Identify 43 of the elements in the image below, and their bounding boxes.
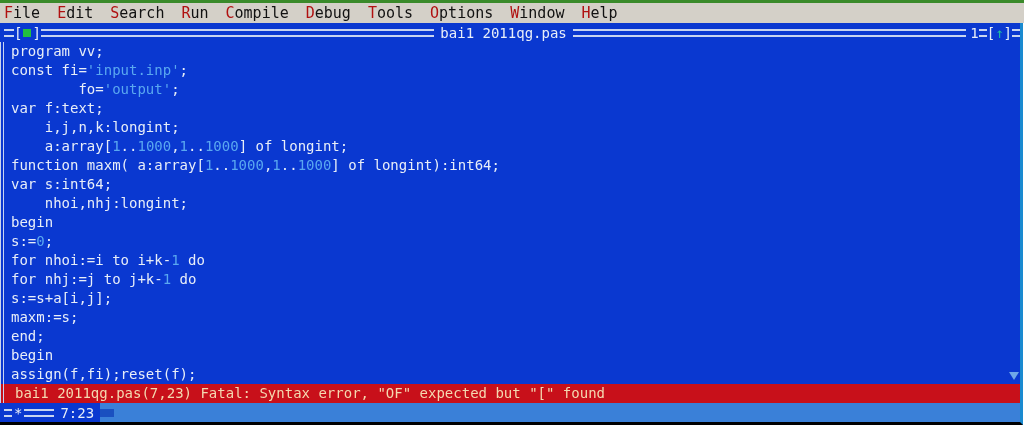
frame-line <box>1012 28 1020 37</box>
frame-line <box>24 408 55 417</box>
code-line: function maxm( a:array[1..1000,1..1000] of longint):int64; <box>11 156 501 175</box>
frame-line <box>4 28 14 37</box>
menu-item[interactable]: Options <box>430 4 494 22</box>
code-line: fo='output'; <box>77 80 181 99</box>
window-title: bai1 2011qg.pas <box>439 24 568 41</box>
menu-item[interactable]: Debug <box>305 4 351 22</box>
frame-line <box>4 408 12 417</box>
code-line: begin <box>11 346 55 365</box>
menu-item[interactable]: Search <box>110 4 165 22</box>
code-line: nhoi,nhj:longint; <box>43 194 189 213</box>
code-line: a:array[1..1000,1..1000] of longint; <box>43 137 350 156</box>
error-message: bai1 2011qg.pas(7,23) Fatal: Syntax error, "OF" expected but "[" found <box>0 384 1020 403</box>
window-number: 1 <box>969 24 979 41</box>
menu-item[interactable]: Tools <box>367 4 414 22</box>
menu-item[interactable]: Compile <box>225 4 289 22</box>
code-line: i,j,n,k:longint; <box>43 118 181 137</box>
code-line: maxm:=s; <box>11 308 80 327</box>
code-line: const fi='input.inp'; <box>11 61 189 80</box>
frame-line <box>978 28 987 37</box>
scroll-thumb[interactable] <box>100 408 115 417</box>
code-line: program vv; <box>11 42 105 61</box>
down-arrow-icon[interactable] <box>1009 372 1019 380</box>
zoom-button[interactable]: [↑] <box>986 24 1012 41</box>
cursor-position: 7:23 <box>59 404 96 421</box>
menu-item[interactable]: File <box>4 4 41 22</box>
code-line: s:=s+a[i,j]; <box>11 289 114 308</box>
code-line: assign(f,fi);reset(f); <box>11 365 198 384</box>
code-line: var s:int64; <box>11 175 114 194</box>
menu-item[interactable]: Window <box>510 4 565 22</box>
code-line: var f:text; <box>11 99 105 118</box>
horizontal-scrollbar[interactable] <box>100 403 1020 422</box>
menu-item[interactable]: Help <box>581 4 618 22</box>
menu-item[interactable]: Run <box>181 4 209 22</box>
code-line: end; <box>11 327 46 346</box>
code-line: begin <box>11 213 55 232</box>
code-line: for nhj:=j to j+k-1 do <box>11 270 198 289</box>
code-line: s:=0; <box>11 232 55 251</box>
modified-indicator: * <box>13 404 24 421</box>
menu-item[interactable]: Edit <box>57 4 94 22</box>
code-line: for nhoi:=i to i+k-1 do <box>11 251 206 270</box>
close-button[interactable]: [ ] <box>14 24 41 41</box>
